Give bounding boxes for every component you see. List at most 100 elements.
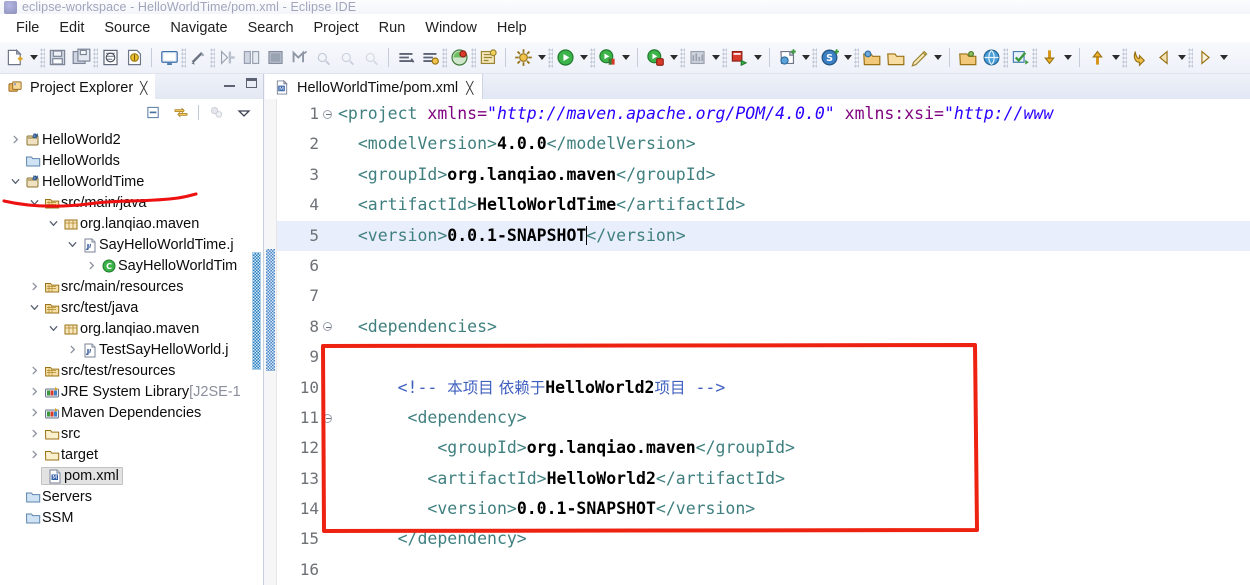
- upload-icon[interactable]: [1085, 46, 1109, 70]
- tab-pom-xml[interactable]: M HelloWorldTime/pom.xml ╳: [265, 74, 483, 99]
- collapse-all-icon[interactable]: [144, 103, 163, 122]
- save-all-icon[interactable]: [69, 46, 93, 70]
- fold-collapse-icon[interactable]: [321, 413, 334, 423]
- close-icon[interactable]: ╳: [466, 81, 473, 95]
- open-perspective-icon[interactable]: [859, 46, 883, 70]
- debug-dropdown-arrow-icon[interactable]: [619, 46, 632, 70]
- new-jsp-icon[interactable]: [775, 46, 799, 70]
- minimize-icon[interactable]: [224, 79, 235, 88]
- tab-project-explorer[interactable]: Project Explorer ╳: [0, 74, 156, 99]
- tree-item-sayhelloworldtime-j[interactable]: SayHelloWorldTime.j: [0, 234, 263, 255]
- tree-item-target[interactable]: target: [0, 444, 263, 465]
- tree-item-maven-dependencies[interactable]: Maven Dependencies: [0, 402, 263, 423]
- new-dropdown-dropdown-arrow-icon[interactable]: [27, 46, 40, 70]
- menu-window[interactable]: Window: [415, 17, 487, 39]
- tree-item-org-lanqiao-maven[interactable]: org.lanqiao.maven: [0, 318, 263, 339]
- code-line[interactable]: 12 <groupId>org.lanqiao.maven</groupId>: [277, 433, 1250, 463]
- edit-dropdown-arrow-icon[interactable]: [931, 46, 944, 70]
- chevron-down-icon[interactable]: [8, 176, 23, 187]
- code-line[interactable]: 10 <!-- 本项目 依赖于HelloWorld2项目 -->: [277, 373, 1250, 403]
- print-icon[interactable]: [98, 46, 122, 70]
- tree-item-jre-system-library[interactable]: JRE System Library [J2SE-1: [0, 381, 263, 402]
- code-line[interactable]: 13 <artifactId>HelloWorld2</artifactId>: [277, 464, 1250, 494]
- step-over-icon[interactable]: [215, 46, 239, 70]
- tree-item-src-main-resources[interactable]: src/main/resources: [0, 276, 263, 297]
- fold-collapse-icon[interactable]: [321, 109, 334, 119]
- profile-icon[interactable]: [685, 46, 709, 70]
- console-icon[interactable]: [157, 46, 181, 70]
- tree-item-helloworld2[interactable]: M HelloWorld2: [0, 129, 263, 150]
- back-icon[interactable]: [1127, 46, 1151, 70]
- code-line[interactable]: 3 <groupId>org.lanqiao.maven</groupId>: [277, 160, 1250, 190]
- svn-icon[interactable]: S: [817, 46, 841, 70]
- close-icon[interactable]: ╳: [140, 81, 147, 95]
- chevron-right-icon[interactable]: [8, 134, 23, 145]
- external-tools-icon[interactable]: [511, 46, 535, 70]
- next-icon[interactable]: [1193, 46, 1217, 70]
- server-run-icon[interactable]: [727, 46, 751, 70]
- code-line[interactable]: 14 <version>0.0.1-SNAPSHOT</version>: [277, 494, 1250, 524]
- chevron-down-icon[interactable]: [46, 323, 61, 334]
- code-line[interactable]: 8 <dependencies>: [277, 312, 1250, 342]
- profile-dropdown-arrow-icon[interactable]: [709, 46, 722, 70]
- chevron-right-icon[interactable]: [27, 407, 42, 418]
- chevron-down-icon[interactable]: [27, 302, 42, 313]
- menu-file[interactable]: File: [6, 17, 49, 39]
- save-icon[interactable]: [45, 46, 69, 70]
- code-line[interactable]: 4 <artifactId>HelloWorldTime</artifactId…: [277, 190, 1250, 220]
- code-line[interactable]: 6: [277, 251, 1250, 281]
- tree-item-testsayhelloworld-j[interactable]: TestSayHelloWorld.j: [0, 339, 263, 360]
- validate-icon[interactable]: [1008, 46, 1032, 70]
- run-icon[interactable]: [553, 46, 577, 70]
- fold-collapse-icon[interactable]: [321, 322, 334, 332]
- upload-dropdown-arrow-icon[interactable]: [1109, 46, 1122, 70]
- tree-item-ssm[interactable]: SSM: [0, 507, 263, 528]
- code-line[interactable]: 15 </dependency>: [277, 524, 1250, 554]
- maven-build-icon[interactable]: [447, 46, 471, 70]
- open-type-icon[interactable]: [122, 46, 146, 70]
- nav-dropdown-arrow-icon[interactable]: [1175, 46, 1188, 70]
- maximize-icon[interactable]: [246, 78, 257, 88]
- xml-source-code[interactable]: 1 <project xmlns="http://maven.apache.org…: [277, 99, 1250, 585]
- code-line[interactable]: 11 <dependency>: [277, 403, 1250, 433]
- code-line[interactable]: 7: [277, 281, 1250, 311]
- search-refs-icon[interactable]: [418, 46, 442, 70]
- chevron-down-icon[interactable]: [27, 197, 42, 208]
- menu-source[interactable]: Source: [94, 17, 160, 39]
- code-line[interactable]: 5 <version>0.0.1-SNAPSHOT</version>: [277, 220, 1250, 251]
- link-with-editor-icon[interactable]: [171, 103, 190, 122]
- code-line[interactable]: 2 <modelVersion>4.0.0</modelVersion>: [277, 129, 1250, 159]
- tree-item-src-test-java[interactable]: src/test/java: [0, 297, 263, 318]
- debug-disabled-1-icon[interactable]: [311, 46, 335, 70]
- new-jsp-dropdown-arrow-icon[interactable]: [799, 46, 812, 70]
- debug-disabled-3-icon[interactable]: [359, 46, 383, 70]
- server-dropdown-arrow-icon[interactable]: [751, 46, 764, 70]
- tree-item-pom-xml[interactable]: Mpom.xml: [0, 465, 263, 486]
- open-task-icon[interactable]: [955, 46, 979, 70]
- chevron-down-icon[interactable]: [46, 218, 61, 229]
- menu-search[interactable]: Search: [238, 17, 304, 39]
- run-dropdown-arrow-icon[interactable]: [577, 46, 590, 70]
- menu-project[interactable]: Project: [304, 17, 369, 39]
- tree-item-servers[interactable]: Servers: [0, 486, 263, 507]
- svn-dropdown-arrow-icon[interactable]: [841, 46, 854, 70]
- view-menu-icon[interactable]: [234, 103, 253, 122]
- chevron-right-icon[interactable]: [27, 386, 42, 397]
- external-tools-dropdown-arrow-icon[interactable]: [535, 46, 548, 70]
- project-tree[interactable]: M HelloWorld2 HelloWorlds M HelloWorldTime sr…: [0, 126, 263, 585]
- quick-access-icon[interactable]: [907, 46, 931, 70]
- last-edit-icon[interactable]: [263, 46, 287, 70]
- menu-edit[interactable]: Edit: [49, 17, 94, 39]
- code-line[interactable]: 1 <project xmlns="http://maven.apache.org…: [277, 99, 1250, 129]
- menu-run[interactable]: Run: [369, 17, 416, 39]
- open-resource-icon[interactable]: [883, 46, 907, 70]
- explorer-scrollbar[interactable]: [252, 252, 261, 370]
- globe-icon[interactable]: [979, 46, 1003, 70]
- chevron-right-icon[interactable]: [27, 365, 42, 376]
- toggle-breadcrumb-icon[interactable]: [186, 46, 210, 70]
- menu-navigate[interactable]: Navigate: [160, 17, 237, 39]
- new-wizard-icon[interactable]: [3, 46, 27, 70]
- forward-icon[interactable]: [1151, 46, 1175, 70]
- chevron-right-icon[interactable]: [84, 260, 99, 271]
- tree-item-src-test-resources[interactable]: src/test/resources: [0, 360, 263, 381]
